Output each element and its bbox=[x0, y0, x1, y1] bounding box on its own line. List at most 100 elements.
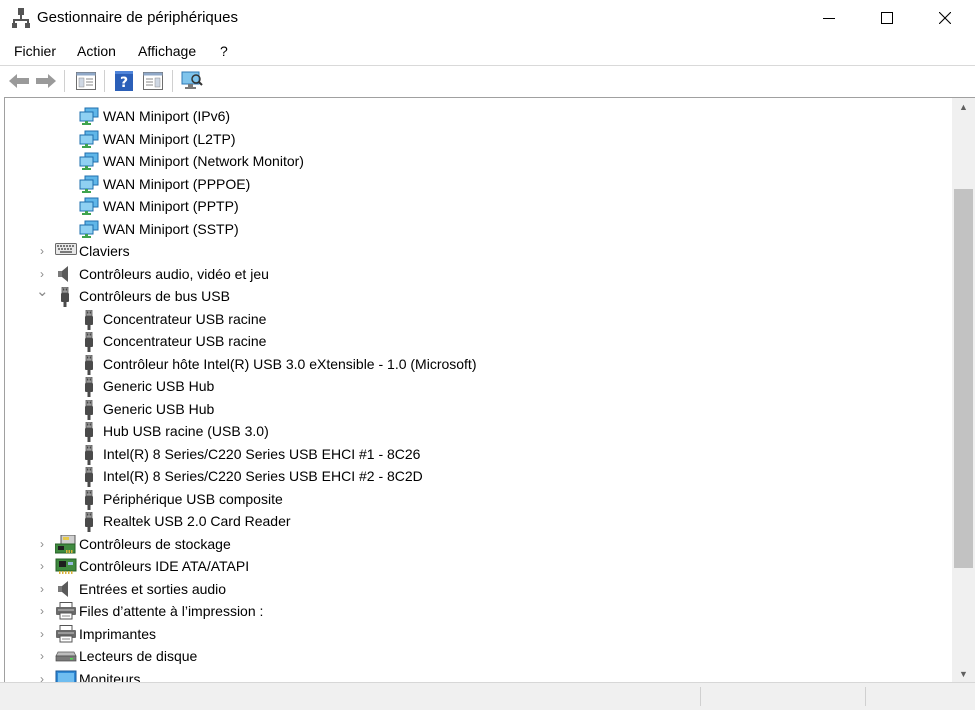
usb-icon bbox=[79, 354, 99, 375]
usb-icon bbox=[79, 444, 99, 465]
expand-chevron-right-icon[interactable]: › bbox=[36, 603, 48, 619]
expand-chevron-right-icon[interactable]: › bbox=[36, 536, 48, 552]
scan-hardware-button[interactable] bbox=[180, 69, 204, 93]
status-bar bbox=[0, 682, 975, 710]
tree-item-label: Intel(R) 8 Series/C220 Series USB EHCI #… bbox=[103, 468, 423, 484]
tree-category-item[interactable]: ⌄ Contrôleurs de bus USB bbox=[5, 284, 950, 307]
title-bar: Gestionnaire de périphériques bbox=[0, 0, 975, 36]
disk-drive-icon bbox=[55, 647, 77, 665]
tree-item-label: WAN Miniport (L2TP) bbox=[103, 130, 236, 147]
back-arrow-icon bbox=[9, 74, 29, 88]
scroll-up-arrow[interactable]: ▲ bbox=[952, 98, 975, 115]
tree-device-item[interactable]: Hub USB racine (USB 3.0) bbox=[5, 420, 950, 442]
tree-device-item[interactable]: Realtek USB 2.0 Card Reader bbox=[5, 510, 950, 532]
tree-item-label: Contrôleurs IDE ATA/ATAPI bbox=[79, 558, 250, 574]
forward-button[interactable] bbox=[34, 69, 58, 93]
tree-item-label: WAN Miniport (Network Monitor) bbox=[103, 153, 304, 169]
expand-chevron-right-icon[interactable]: › bbox=[36, 266, 48, 282]
tree-device-item[interactable]: Intel(R) 8 Series/C220 Series USB EHCI #… bbox=[5, 465, 950, 487]
printer-icon bbox=[55, 624, 76, 643]
usb-icon bbox=[79, 331, 99, 352]
expand-chevron-down-icon[interactable]: ⌄ bbox=[36, 284, 49, 300]
minimize-button[interactable] bbox=[800, 0, 858, 36]
toolbar-separator bbox=[172, 70, 173, 92]
scroll-down-arrow[interactable]: ▼ bbox=[952, 665, 975, 682]
tree-category-item[interactable]: › Contrôleurs de stockage bbox=[5, 533, 950, 555]
tree-item-label: Realtek USB 2.0 Card Reader bbox=[103, 513, 291, 529]
ide-controller-icon bbox=[55, 557, 77, 575]
expand-chevron-right-icon[interactable]: › bbox=[36, 581, 48, 597]
usb-icon bbox=[79, 489, 99, 510]
usb-icon bbox=[79, 309, 99, 330]
tree-device-item[interactable]: Intel(R) 8 Series/C220 Series USB EHCI #… bbox=[5, 443, 950, 465]
tree-device-item[interactable]: Concentrateur USB racine bbox=[5, 308, 950, 330]
status-pane bbox=[865, 687, 866, 706]
tree-item-label: WAN Miniport (PPPOE) bbox=[103, 175, 251, 192]
speaker-icon bbox=[55, 265, 75, 283]
toolbar-separator bbox=[64, 70, 65, 92]
tree-item-label: Contrôleurs de bus USB bbox=[79, 288, 230, 304]
tree-device-item[interactable]: Périphérique USB composite bbox=[5, 488, 950, 510]
toolbar: ? bbox=[0, 66, 975, 96]
expand-chevron-right-icon[interactable]: › bbox=[36, 243, 48, 259]
tree-device-item[interactable]: WAN Miniport (IPv6) bbox=[5, 105, 950, 127]
view-button[interactable] bbox=[141, 69, 165, 93]
menu-help[interactable]: ? bbox=[220, 43, 228, 59]
tree-category-item[interactable]: › Contrôleurs audio, vidéo et jeu bbox=[5, 263, 950, 285]
tree-item-label: Périphérique USB composite bbox=[103, 490, 283, 507]
properties-icon bbox=[76, 72, 96, 90]
minimize-icon bbox=[823, 18, 835, 19]
tree-category-item[interactable]: › Lecteurs de disque bbox=[5, 645, 950, 667]
tree-device-item[interactable]: WAN Miniport (PPTP) bbox=[5, 195, 950, 217]
network-adapter-icon bbox=[79, 152, 99, 170]
network-adapter-icon bbox=[79, 197, 99, 215]
tree-item-label: WAN Miniport (SSTP) bbox=[103, 220, 239, 237]
tree-item-label: Claviers bbox=[79, 243, 130, 259]
expand-chevron-right-icon[interactable]: › bbox=[36, 648, 48, 664]
expand-chevron-right-icon[interactable]: › bbox=[36, 626, 48, 642]
tree-category-item[interactable]: › Entrées et sorties audio bbox=[5, 578, 950, 600]
expand-chevron-right-icon[interactable]: › bbox=[36, 558, 48, 574]
tree-category-item[interactable]: › Contrôleurs IDE ATA/ATAPI bbox=[5, 555, 950, 577]
usb-icon bbox=[79, 421, 99, 442]
tree-item-label: Contrôleurs de stockage bbox=[79, 535, 231, 552]
keyboard-icon bbox=[55, 242, 77, 260]
tree-device-item[interactable]: WAN Miniport (L2TP) bbox=[5, 128, 950, 150]
tree-category-item[interactable]: › Claviers bbox=[5, 240, 950, 262]
network-adapter-icon bbox=[79, 130, 99, 148]
close-button[interactable] bbox=[916, 0, 974, 36]
device-tree[interactable]: WAN Miniport (IPv6) WAN Miniport (L2TP) WA… bbox=[4, 97, 975, 683]
tree-device-item[interactable]: Generic USB Hub bbox=[5, 398, 950, 420]
status-pane bbox=[700, 687, 701, 706]
tree-device-item[interactable]: Contrôleur hôte Intel(R) USB 3.0 eXtensi… bbox=[5, 353, 950, 375]
tree-device-item[interactable]: WAN Miniport (Network Monitor) bbox=[5, 150, 950, 172]
tree-device-item[interactable]: WAN Miniport (SSTP) bbox=[5, 218, 950, 240]
forward-arrow-icon bbox=[36, 74, 56, 88]
menu-fichier[interactable]: Fichier bbox=[14, 43, 56, 59]
tree-device-item[interactable]: Generic USB Hub bbox=[5, 375, 950, 397]
usb-icon bbox=[79, 466, 99, 487]
maximize-button[interactable] bbox=[858, 0, 916, 36]
usb-icon bbox=[79, 399, 99, 420]
menu-bar: Fichier Action Affichage ? bbox=[0, 38, 975, 64]
tree-category-item[interactable]: › Imprimantes bbox=[5, 623, 950, 645]
tree-device-item[interactable]: Concentrateur USB racine bbox=[5, 330, 950, 352]
properties-button[interactable] bbox=[74, 69, 98, 93]
back-button[interactable] bbox=[7, 69, 31, 93]
menu-affichage[interactable]: Affichage bbox=[138, 43, 196, 59]
scrollbar-thumb[interactable] bbox=[954, 189, 973, 568]
tree-category-item[interactable]: › Moniteurs bbox=[5, 668, 950, 683]
tree-category-item[interactable]: › Files d’attente à l’impression : bbox=[5, 600, 950, 622]
network-adapter-icon bbox=[79, 220, 99, 238]
help-button[interactable]: ? bbox=[112, 69, 136, 93]
tree-item-label: WAN Miniport (IPv6) bbox=[103, 108, 231, 124]
tree-item-label: Hub USB racine (USB 3.0) bbox=[103, 423, 269, 439]
network-adapter-icon bbox=[79, 175, 99, 193]
tree-item-label: Concentrateur USB racine bbox=[103, 333, 267, 349]
tree-device-item[interactable]: WAN Miniport (PPPOE) bbox=[5, 173, 950, 195]
maximize-icon bbox=[881, 12, 893, 24]
menu-action[interactable]: Action bbox=[77, 43, 116, 59]
printer-icon bbox=[55, 602, 76, 620]
vertical-scrollbar[interactable]: ▲ ▼ bbox=[952, 98, 975, 682]
device-manager-icon bbox=[12, 8, 30, 28]
